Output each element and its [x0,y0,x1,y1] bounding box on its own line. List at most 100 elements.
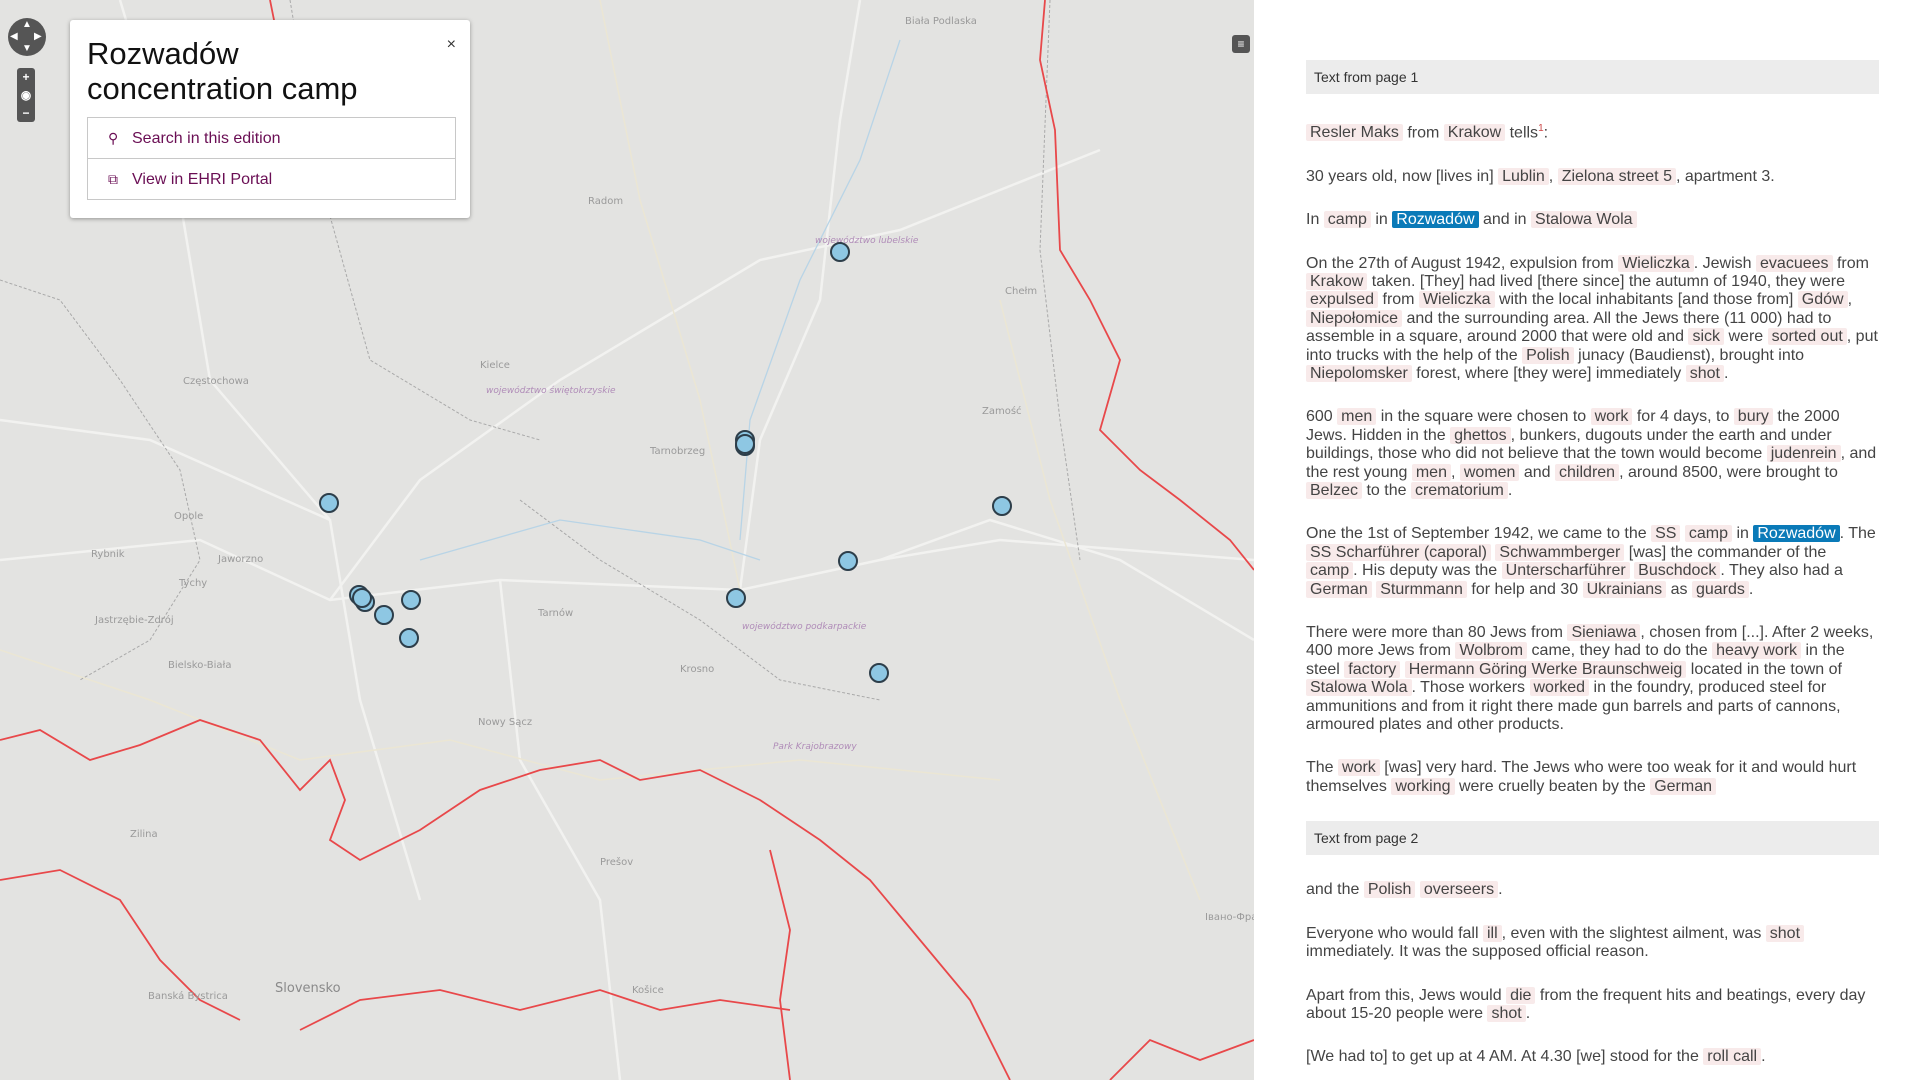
entity-annotation[interactable]: guards [1691,580,1749,598]
text-paragraph: 30 years old, now [lives in] Lublin, Zie… [1306,167,1775,185]
entity-annotation[interactable]: Polish [1522,346,1574,364]
page1-paragraphs: Resler Maks from Krakow tells1: 30 years … [1306,120,1879,796]
entity-annotation[interactable]: work [1338,759,1380,777]
map-view[interactable]: Biała Podlaska Radom Kielce Chełm Zamość Tarn… [0,0,1254,1080]
zoom-bar: + ◉ − [17,68,35,122]
entity-annotation[interactable]: German [1306,580,1372,598]
entity-annotation[interactable]: Sieniawa [1567,624,1641,642]
entity-annotation[interactable]: SS Scharführer (caporal) [1306,543,1491,561]
entity-annotation[interactable]: Wieliczka [1618,254,1694,272]
entity-annotation[interactable]: evacuees [1756,254,1833,272]
marker-15[interactable] [352,588,372,608]
entity-annotation[interactable]: Ukrainians [1582,580,1667,598]
text-paragraph: One the 1st of September 1942, we came t… [1306,525,1876,598]
entity-annotation[interactable]: camp [1306,562,1354,580]
external-link-icon: ⧉ [108,171,118,187]
entity-annotation[interactable]: Gdów [1797,291,1848,309]
popup-title: Rozwadów concentration camp [87,36,358,106]
entity-annotation[interactable]: Niepołomice [1306,309,1403,327]
entity-annotation[interactable]: Resler Maks [1306,124,1403,142]
entity-annotation[interactable]: camp [1684,525,1733,543]
marker-6[interactable] [838,551,858,571]
entity-annotation[interactable]: Stalowa Wola [1306,679,1412,697]
page2-header: Text from page 2 [1306,821,1879,856]
place-popup: Rozwadów concentration camp × ⚲ Search in… [70,20,470,218]
entity-annotation[interactable]: bury [1733,408,1773,426]
entity-annotation[interactable]: Stalowa Wola [1531,211,1637,229]
entity-annotation[interactable]: judenrein [1766,445,1841,463]
entity-annotation[interactable]: expulsed [1306,291,1379,309]
page1-header: Text from page 1 [1306,60,1879,94]
marker-13[interactable] [869,663,889,683]
zoom-out-button[interactable]: − [17,104,35,122]
marker-7[interactable] [726,588,746,608]
marker-11[interactable] [374,605,394,625]
entity-annotation[interactable]: shot [1685,364,1724,382]
entity-annotation[interactable]: ghettos [1450,426,1511,444]
entity-annotation[interactable]: worked [1529,679,1590,697]
text-paragraph: On the 27th of August 1942, expulsion fr… [1306,254,1878,382]
pan-control[interactable]: ▲ ▼ ◀ ▶ [8,18,46,56]
globe-icon[interactable]: ◉ [17,86,35,104]
layers-icon[interactable]: ≡ [1232,35,1250,53]
entity-annotation[interactable]: ill [1482,924,1502,942]
entity-annotation[interactable]: Wolbrom [1455,642,1528,660]
zoom-in-button[interactable]: + [17,68,35,86]
entity-annotation[interactable]: factory [1344,660,1401,678]
entity-annotation[interactable]: heavy work [1712,642,1802,660]
entity-annotation[interactable]: die [1506,986,1536,1004]
pan-down-icon[interactable]: ▼ [22,44,32,54]
pan-right-icon[interactable]: ▶ [34,32,42,42]
marker-4[interactable] [319,493,339,513]
pan-left-icon[interactable]: ◀ [10,32,18,42]
entity-annotation[interactable]: Unterscharführer [1501,562,1630,580]
entity-annotation[interactable]: camp [1323,211,1371,229]
pan-up-icon[interactable]: ▲ [22,20,32,30]
entity-annotation[interactable]: women [1459,463,1520,481]
highlighted-entity[interactable]: Rozwadów [1392,211,1479,229]
map-controls: ▲ ▼ ◀ ▶ [8,18,46,56]
page2-paragraphs: and the Polish overseers. Everyone who wo… [1306,881,1879,1066]
entity-annotation[interactable]: German [1650,777,1716,795]
marker-10[interactable] [401,590,421,610]
entity-annotation[interactable]: shot [1487,1004,1526,1022]
entity-annotation[interactable]: Krakow [1306,272,1368,290]
entity-annotation[interactable]: work [1590,408,1633,426]
entity-annotation[interactable]: Polish [1363,881,1416,899]
popup-actions: ⚲ Search in this edition ⧉ View in EHRI Po… [87,117,456,200]
entity-annotation[interactable]: sick [1688,328,1725,346]
text-paragraph: In camp in Rozwadów and in Stalowa Wola [1306,211,1879,229]
entity-annotation[interactable]: Niepolomsker [1306,364,1412,382]
entity-annotation[interactable]: children [1555,463,1620,481]
highlighted-entity[interactable]: Rozwadów [1753,525,1840,543]
entity-annotation[interactable]: Wieliczka [1418,291,1495,309]
search-edition-button[interactable]: ⚲ Search in this edition [88,118,455,159]
entity-annotation[interactable]: Buschdock [1634,562,1721,580]
marker-5[interactable] [992,496,1012,516]
entity-annotation[interactable]: sorted out [1767,328,1847,346]
entity-annotation[interactable]: roll call [1703,1048,1762,1066]
entity-annotation[interactable]: Hermann Göring Werke Braunschweig [1404,660,1687,678]
entity-annotation[interactable]: Krakow [1443,124,1506,142]
text-paragraph: 600 men in the square were chosen to wor… [1306,408,1877,500]
entity-annotation[interactable]: Lublin [1498,167,1549,185]
entity-annotation[interactable]: crematorium [1410,482,1508,500]
marker-14[interactable] [735,434,755,454]
entity-annotation[interactable]: Zielona street 5 [1557,167,1676,185]
text-panel: Text from page 1 Resler Maks from Krakow… [1254,0,1920,1080]
entity-annotation[interactable]: Belzec [1306,482,1363,500]
close-icon[interactable]: × [447,36,456,54]
marker-1[interactable] [830,242,850,262]
text-paragraph: Apart from this, Jews would die from the… [1306,986,1866,1022]
entity-annotation[interactable]: men [1337,408,1377,426]
entity-annotation[interactable]: overseers [1419,881,1499,899]
entity-annotation[interactable]: SS [1651,525,1681,543]
ehri-portal-link[interactable]: ⧉ View in EHRI Portal [88,159,455,199]
entity-annotation[interactable]: Schwammberger [1495,543,1625,561]
entity-annotation[interactable]: Sturmmann [1376,580,1467,598]
entity-annotation[interactable]: working [1391,777,1455,795]
footnote-marker[interactable]: 1 [1538,123,1544,134]
marker-12[interactable] [399,628,419,648]
entity-annotation[interactable]: men [1411,463,1451,481]
entity-annotation[interactable]: shot [1765,924,1805,942]
